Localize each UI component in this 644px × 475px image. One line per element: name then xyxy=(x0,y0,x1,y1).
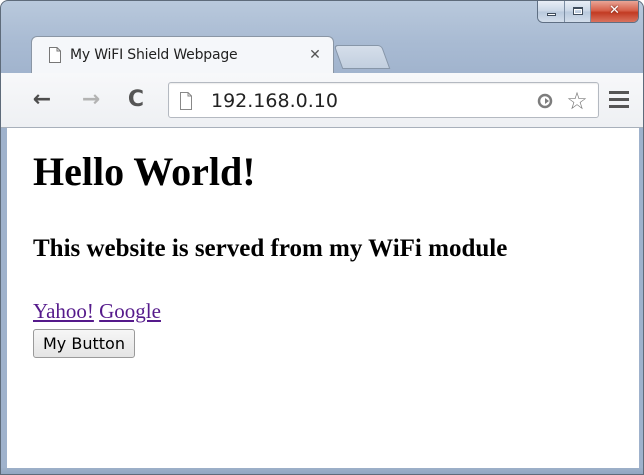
page-content: Hello World! This website is served from… xyxy=(7,128,639,468)
browser-toolbar: ← → C ☆ xyxy=(1,73,643,128)
browser-tab[interactable]: My WiFI Shield Webpage ✕ xyxy=(31,36,334,73)
title-bar: ✕ My WiFI Shield Webpage ✕ xyxy=(1,1,643,75)
tab-inner: My WiFI Shield Webpage ✕ xyxy=(48,45,323,65)
browser-window: ✕ My WiFI Shield Webpage ✕ ← → C 192.168… xyxy=(0,0,644,475)
links-row: Yahoo! Google xyxy=(33,298,161,324)
tab-title: My WiFI Shield Webpage xyxy=(70,47,238,63)
url-input[interactable] xyxy=(209,88,509,114)
page-heading: Hello World! xyxy=(33,149,256,194)
forward-arrow-icon[interactable]: → xyxy=(78,87,104,113)
close-window-button[interactable]: ✕ xyxy=(591,1,638,22)
minimize-button[interactable] xyxy=(538,1,565,22)
minimize-icon xyxy=(547,13,556,16)
menu-icon[interactable] xyxy=(607,91,631,111)
caption-buttons: ✕ xyxy=(537,1,639,23)
page-subheading: This website is served from my WiFi modu… xyxy=(33,235,508,262)
page-icon xyxy=(179,92,193,110)
maximize-button[interactable] xyxy=(565,1,591,22)
reload-icon[interactable]: C xyxy=(123,87,149,113)
tab-close-icon[interactable]: ✕ xyxy=(307,47,323,63)
maximize-icon xyxy=(573,7,583,15)
yahoo-link[interactable]: Yahoo! xyxy=(33,299,94,323)
google-link[interactable]: Google xyxy=(99,299,161,323)
new-tab-button[interactable] xyxy=(333,45,391,69)
my-button[interactable]: My Button xyxy=(33,329,135,358)
back-arrow-icon[interactable]: ← xyxy=(29,87,55,113)
close-icon: ✕ xyxy=(609,3,620,18)
page-icon xyxy=(48,47,62,63)
star-icon[interactable]: ☆ xyxy=(564,88,590,114)
search-icon[interactable] xyxy=(536,91,556,111)
frame-bottom xyxy=(1,468,643,474)
address-bar[interactable]: ☆ xyxy=(168,82,599,118)
